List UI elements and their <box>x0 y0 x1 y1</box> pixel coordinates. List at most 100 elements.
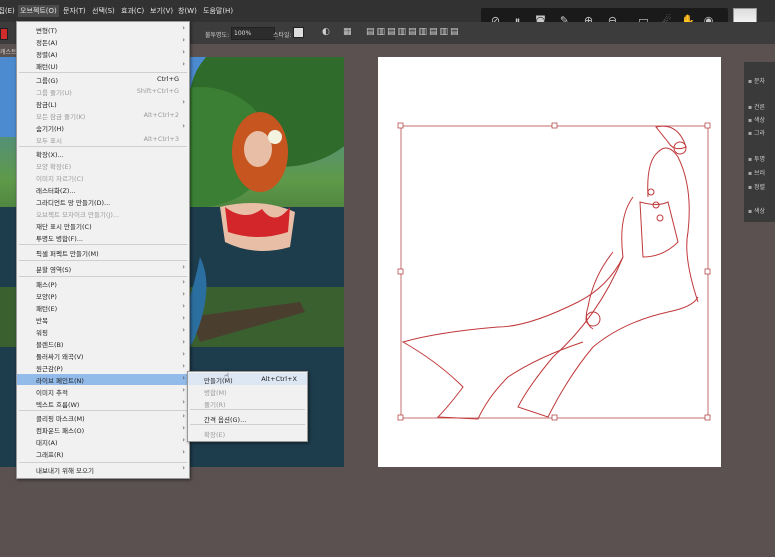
object-menu-item[interactable]: 라이브 페인트(N) › <box>17 374 189 385</box>
panel-tab[interactable]: ▪ 그라 <box>748 128 765 137</box>
object-menu-item[interactable]: 래스터화(Z)... <box>17 184 189 195</box>
object-menu-item[interactable]: 패턴(U) › <box>17 60 189 71</box>
menu-item-label: 모든 잠금 풀기(K) <box>36 113 86 121</box>
object-menu-item[interactable]: 클리핑 마스크(M) › <box>17 412 189 423</box>
menu-item-label: 모두 표시 <box>36 137 62 145</box>
menu-separator <box>19 462 187 463</box>
menu-item-label: 그라디언트 망 만들기(D)... <box>36 199 111 207</box>
chevron-right-icon: › <box>182 98 185 106</box>
chevron-right-icon: › <box>182 60 185 68</box>
menubar-item-6[interactable]: 창(W) <box>178 6 197 16</box>
menu-separator <box>19 244 187 245</box>
menu-separator <box>19 146 187 147</box>
left-stub-label: 캐스트 <box>0 49 17 56</box>
chevron-right-icon: › <box>182 424 185 432</box>
live-paint-submenu-item[interactable]: 간격 옵션(G)... <box>188 412 307 424</box>
chevron-right-icon: › <box>182 326 185 334</box>
menu-item-label: 변형(T) <box>36 27 58 35</box>
object-menu-item[interactable]: 그라디언트 망 만들기(D)... <box>17 196 189 207</box>
panel-tab[interactable]: ▪ 색상 <box>748 115 765 124</box>
object-menu-item: 이미지 자르기(C) <box>17 172 189 183</box>
menu-item-label: 그래프(R) <box>36 451 64 459</box>
menu-item-label: 그룹 풀기(U) <box>36 89 72 97</box>
object-menu-item[interactable]: 숨기기(H) › <box>17 122 189 133</box>
panel-tab[interactable]: ▪ 건른 <box>748 102 765 111</box>
object-menu-item[interactable]: 그래프(R) › <box>17 448 189 459</box>
object-menu-item[interactable]: 패턴(E) › <box>17 302 189 313</box>
align-grid-icon[interactable]: ▦ <box>343 27 352 37</box>
panel-tab-label: 그라 <box>753 130 766 137</box>
object-menu: 변형(T) › 정돈(A) › 정렬(A) › 패턴(U) › 그룹(G) Ctrl+G 그룹 풀기… <box>16 21 190 479</box>
object-menu-item[interactable]: 분할 영역(S) › <box>17 263 189 274</box>
object-menu-item[interactable]: 둘러싸기 왜곡(V) › <box>17 350 189 361</box>
menubar-item-7[interactable]: 도움말(H) <box>203 6 233 16</box>
object-menu-item[interactable]: 그룹(G) Ctrl+G <box>17 74 189 85</box>
object-menu-item[interactable]: 내보내기 위해 모으기 › <box>17 464 189 475</box>
object-menu-item: 모양 확장(E) <box>17 160 189 171</box>
panel-tab-label: 투명 <box>753 156 766 163</box>
menu-item-label: 래스터화(Z)... <box>36 187 76 195</box>
menu-bar: 편집(E)오브젝트(O) 문자(T) 선택(S) 효과(C) 보기(V) 창(W) 도움말(… <box>0 0 775 34</box>
object-menu-item: 모든 잠금 풀기(K) Alt+Ctrl+2 <box>17 110 189 121</box>
object-menu-item[interactable]: 픽셀 퍼펙트 만들기(M) <box>17 247 189 258</box>
object-menu-item[interactable]: 변형(T) › <box>17 24 189 35</box>
menubar-item-5[interactable]: 보기(V) <box>150 6 173 16</box>
mouse-cursor-icon: ☝ <box>224 372 230 382</box>
object-menu-item[interactable]: 블렌드(B) › <box>17 338 189 349</box>
menubar-item-4[interactable]: 효과(C) <box>121 6 144 16</box>
object-menu-item[interactable]: 재단 표시 만들기(C) <box>17 220 189 231</box>
object-menu-item[interactable]: 패스(P) › <box>17 278 189 289</box>
object-menu-item[interactable]: 대지(A) › <box>17 436 189 447</box>
chevron-right-icon: › <box>182 48 185 56</box>
live-paint-submenu-item[interactable]: 만들기(M) Alt+Ctrl+X <box>188 373 307 385</box>
menu-item-label: 모양(P) <box>36 293 57 301</box>
opacity-field[interactable]: 100% <box>231 27 275 40</box>
panel-tab[interactable]: ▪ 브러 <box>748 168 765 177</box>
object-menu-item[interactable]: 확장(X)... <box>17 148 189 159</box>
chevron-right-icon: › <box>182 412 185 420</box>
panel-tab[interactable]: ▪ 문자 <box>748 76 765 85</box>
line-trace-drawing[interactable] <box>378 57 721 467</box>
panel-tab[interactable]: ▪ 투명 <box>748 154 765 163</box>
menu-item-label: 내보내기 위해 모으기 <box>36 467 94 475</box>
chevron-right-icon: › <box>182 302 185 310</box>
object-menu-item[interactable]: 컴파운드 패스(O) › <box>17 424 189 435</box>
object-menu-item[interactable]: 원근감(P) › <box>17 362 189 373</box>
chevron-right-icon: › <box>182 36 185 44</box>
artboard[interactable] <box>378 57 721 467</box>
menu-item-label: 그룹(G) <box>36 77 59 85</box>
menu-item-label: 패스(P) <box>36 281 57 289</box>
object-menu-item[interactable]: 워핑 › <box>17 326 189 337</box>
panel-tab-label: 색상 <box>753 208 766 215</box>
menu-separator <box>19 260 187 261</box>
style-swatch[interactable] <box>293 27 304 38</box>
object-menu-item[interactable]: 이미지 추적 › <box>17 386 189 397</box>
opacity-value: 100% <box>234 30 252 37</box>
panel-tab[interactable]: ▪ 정렬 <box>748 182 765 191</box>
object-menu-item[interactable]: 투명도 병합(F)... <box>17 232 189 243</box>
panel-tab[interactable]: ▪ 색상 <box>748 206 765 215</box>
recolor-icon[interactable]: ◐ <box>322 27 330 37</box>
menubar-item-0[interactable]: 편집(E) <box>0 6 15 16</box>
align-buttons-icon[interactable]: ▤▥▤▥▤▥▤▥▤ <box>366 27 461 37</box>
object-menu-item[interactable]: 모양(P) › <box>17 290 189 301</box>
chevron-right-icon: › <box>182 362 185 370</box>
object-menu-item[interactable]: 텍스트 흐름(W) › <box>17 398 189 409</box>
menubar-item-2[interactable]: 문자(T) <box>63 6 86 16</box>
chevron-right-icon: › <box>182 314 185 322</box>
chevron-right-icon: › <box>182 374 185 382</box>
menu-separator <box>190 409 305 410</box>
menu-item-label: 확장(E) <box>204 431 226 439</box>
object-menu-item[interactable]: 잠금(L) › <box>17 98 189 109</box>
object-menu-item[interactable]: 반복 › <box>17 314 189 325</box>
chevron-right-icon: › <box>182 436 185 444</box>
chevron-right-icon: › <box>182 263 185 271</box>
object-menu-item[interactable]: 정렬(A) › <box>17 48 189 59</box>
chevron-right-icon: › <box>182 338 185 346</box>
menu-item-label: 원근감(P) <box>36 365 63 373</box>
menubar-item-1[interactable]: 오브젝트(O) <box>18 5 59 17</box>
menubar-item-3[interactable]: 선택(S) <box>92 6 115 16</box>
object-menu-item[interactable]: 정돈(A) › <box>17 36 189 47</box>
stroke-swatch[interactable] <box>0 28 8 40</box>
menu-separator <box>19 410 187 411</box>
